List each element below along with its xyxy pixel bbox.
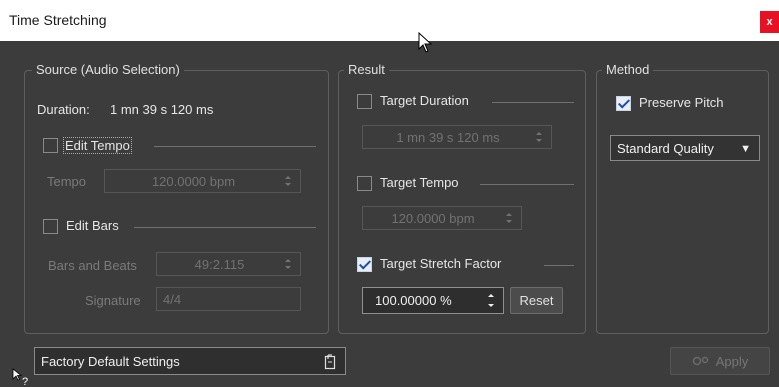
reset-button[interactable]: Reset [510,287,563,314]
bars-beats-value: 49:2.115 [194,256,245,272]
window-title: Time Stretching [9,12,107,28]
edit-tempo-label[interactable]: Edit Tempo [63,137,132,154]
signature-label: Signature [85,293,141,308]
dropdown-arrow-icon: ▼ [740,143,751,155]
bars-beats-field[interactable]: 49:2.115 [156,252,301,276]
duration-value: 1 mn 39 s 120 ms [110,102,214,117]
spin-arrows-icon[interactable] [503,207,517,229]
target-duration-field[interactable]: 1 mn 39 s 120 ms [362,125,552,149]
svg-text:?: ? [22,376,28,386]
apply-button[interactable]: Apply [670,347,770,375]
reset-button-label: Reset [519,293,554,308]
divider [134,227,316,228]
result-group-legend: Result [344,62,389,78]
title-bar: Time Stretching x [0,0,779,41]
target-duration-label[interactable]: Target Duration [380,93,469,108]
target-stretch-checkbox[interactable] [357,257,372,272]
divider [544,265,574,266]
target-tempo-label[interactable]: Target Tempo [380,175,459,190]
target-tempo-field[interactable]: 120.0000 bpm [362,206,522,230]
preserve-pitch-label[interactable]: Preserve Pitch [639,95,724,110]
method-group-legend: Method [602,62,654,78]
spin-arrows-icon[interactable] [282,253,296,275]
signature-value: 4/4 [163,291,182,307]
preset-field[interactable]: Factory Default Settings [34,347,346,375]
quality-select-value: Standard Quality [617,140,714,156]
edit-bars-label[interactable]: Edit Bars [66,218,119,233]
tempo-value: 120.0000 bpm [151,173,236,189]
divider [480,184,574,185]
spin-arrows-icon[interactable] [282,170,296,192]
preset-menu-icon[interactable] [323,354,337,370]
target-stretch-label[interactable]: Target Stretch Factor [380,256,501,271]
divider [492,102,574,103]
bars-beats-label: Bars and Beats [48,258,137,273]
signature-field[interactable]: 4/4 [156,287,301,311]
target-tempo-value: 120.0000 bpm [391,210,475,226]
edit-bars-checkbox[interactable] [43,219,58,234]
mouse-cursor-icon [418,32,433,53]
preserve-pitch-checkbox[interactable] [616,96,631,111]
gears-icon [692,356,708,366]
close-button[interactable]: x [760,11,779,33]
spin-arrows-icon[interactable] [485,288,499,313]
tempo-label: Tempo [47,174,87,189]
source-group-legend: Source (Audio Selection) [32,62,184,78]
target-duration-value: 1 mn 39 s 120 ms [396,129,500,145]
spin-arrows-icon[interactable] [533,126,547,148]
quality-select[interactable]: Standard Quality ▼ [610,135,760,161]
target-duration-checkbox[interactable] [357,94,372,109]
close-icon: x [766,16,773,28]
tempo-field[interactable]: 120.0000 bpm [104,169,301,193]
apply-button-label: Apply [715,353,749,369]
help-cursor-icon[interactable]: ? [12,368,32,386]
target-tempo-checkbox[interactable] [357,176,372,191]
duration-label: Duration: [37,102,90,117]
divider [154,146,316,147]
preset-value: Factory Default Settings [41,353,180,369]
edit-tempo-checkbox[interactable] [43,138,58,153]
stretch-factor-value: 100.00000 % [375,293,452,308]
stretch-factor-field[interactable]: 100.00000 % [362,287,504,314]
